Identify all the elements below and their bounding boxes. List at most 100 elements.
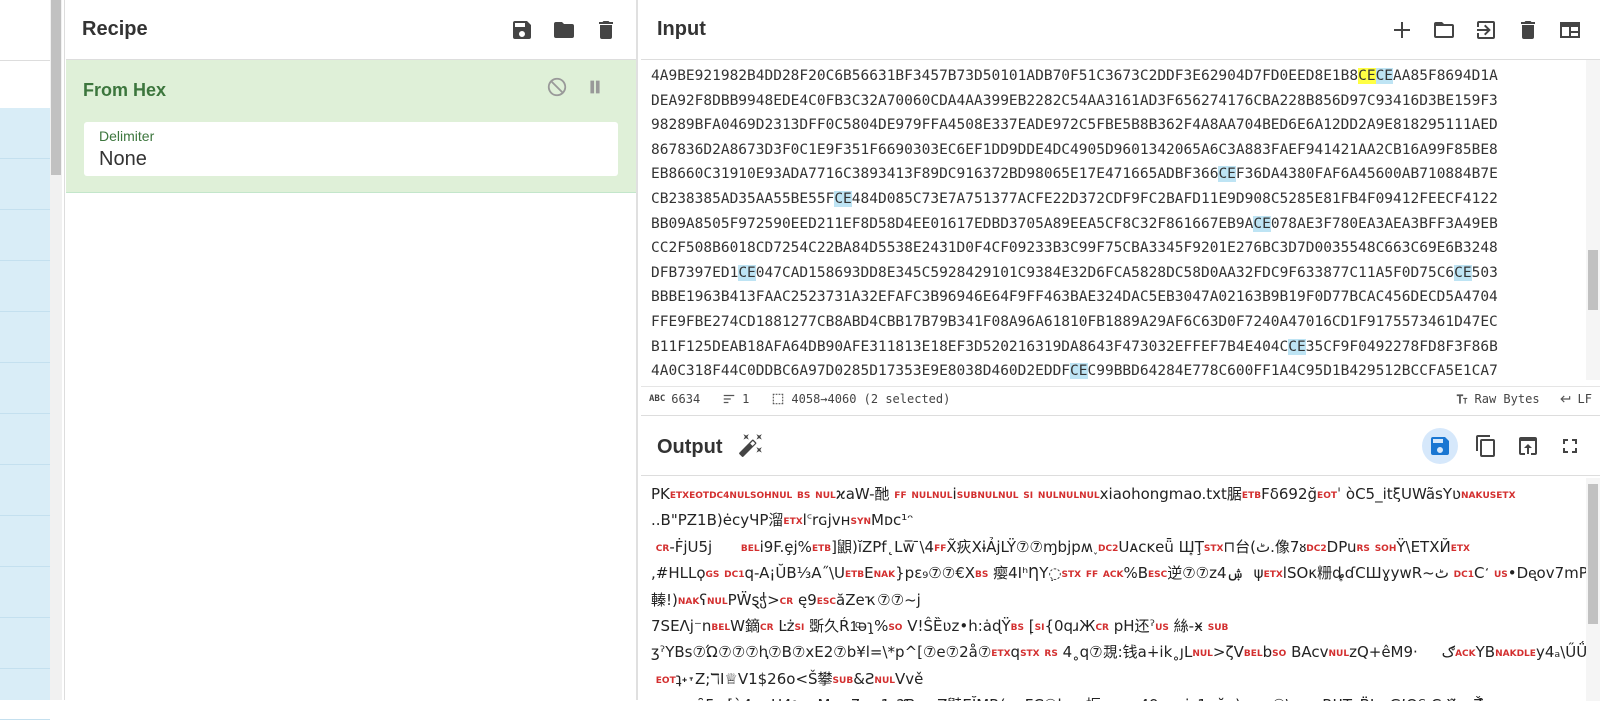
control-char: EOT: [655, 675, 676, 686]
control-char: NUL: [1037, 491, 1059, 501]
input-line: BB09A8505F972590EED211EF8D58D4EE01617EDB…: [651, 212, 1576, 237]
input-status-bar: ABC 6634 1 4058→4060 (2 selected) Raw By…: [641, 386, 1600, 410]
list-item[interactable]: [0, 312, 50, 363]
add-tab-button[interactable]: [1388, 16, 1416, 44]
list-item[interactable]: [0, 567, 50, 618]
scrollbar-thumb[interactable]: [1588, 250, 1598, 310]
control-char: CR: [760, 623, 774, 634]
recipe-header: Recipe: [66, 0, 636, 60]
input-text: 047CAD158693DD8E345C5928429101C9384E32D6…: [755, 264, 1455, 281]
scrollbar-thumb[interactable]: [1588, 484, 1598, 624]
save-output-button[interactable]: [1422, 427, 1458, 464]
control-char: NUL: [931, 491, 953, 501]
operation-title: From Hex: [83, 80, 167, 100]
output-text: -ḞjU5j: [669, 537, 741, 556]
highlighted-match: CE: [738, 264, 756, 281]
output-scrollbar[interactable]: [1586, 478, 1600, 701]
control-char: ETX: [991, 649, 1011, 660]
output-text: ;⑦\ ٮ>RЧT_B̈LмGʼƟ₠C.Xہۆ͂Ǯ҄: [1267, 696, 1483, 701]
output-text: 1ₒ?Ɓ: [881, 696, 916, 701]
operations-panel-edge: [0, 0, 65, 720]
input-scrollbar[interactable]: [1586, 60, 1600, 380]
open-folder-button[interactable]: [1430, 16, 1458, 44]
eol-button[interactable]: LF: [1558, 392, 1592, 406]
lines-icon: [723, 394, 735, 403]
control-char: NUL: [815, 491, 836, 501]
delimiter-label: Delimiter: [99, 128, 155, 144]
list-item[interactable]: [0, 414, 50, 465]
highlighted-match: CE: [1253, 215, 1271, 232]
highlighted-match: CE: [1454, 264, 1472, 281]
recipe-panel: Recipe From Hex Delimiter None: [66, 0, 638, 700]
input-line: 98289BFA0469D2313DFF0C5804DE979FFA4508E3…: [651, 113, 1576, 138]
output-textarea[interactable]: PKETXEOTDC4NULSOHNUL BS NULϰaW-酏 FF NULN…: [641, 478, 1586, 701]
reset-layout-button[interactable]: [1556, 16, 1584, 44]
input-text: 078AE3F780EA3AEA3BFF3A49EB: [1270, 215, 1498, 232]
list-item[interactable]: [0, 516, 50, 567]
input-line: 4A9BE921982B4DD28F20C6B56631BF3457B73D50…: [651, 64, 1576, 89]
list-item[interactable]: [0, 618, 50, 669]
control-char: SI: [1023, 491, 1034, 501]
input-line: CC2F508B6018CD7254C22BA84D5538E2431D0F4C…: [651, 236, 1576, 261]
operations-search-edge[interactable]: [0, 60, 50, 109]
save-recipe-button[interactable]: [508, 16, 536, 44]
control-char: DC4: [709, 491, 730, 501]
input-textarea[interactable]: 4A9BE921982B4DD28F20C6B56631BF3457B73D50…: [641, 60, 1586, 380]
operations-scrollbar[interactable]: [50, 0, 62, 700]
list-item[interactable]: [0, 465, 50, 516]
selected-text: CE: [1358, 68, 1376, 84]
clear-input-button[interactable]: [1514, 16, 1542, 44]
encoding-button[interactable]: Raw Bytes: [1455, 392, 1540, 406]
control-char: ETB: [811, 543, 832, 554]
input-line: B11F125DEAB18AFA64DB90AFE311813E18EF3D52…: [651, 335, 1576, 360]
control-char: SI: [1034, 623, 1045, 634]
selection-value: 4058→4060 (2 selected): [791, 391, 951, 406]
output-toolbar: [1422, 427, 1584, 464]
control-char: US: [1155, 623, 1169, 634]
list-item[interactable]: [0, 159, 50, 210]
output-text: Z鼭EĬMR(: [937, 696, 1005, 701]
output-text: DPu: [1326, 537, 1357, 556]
replace-input-button[interactable]: [1514, 432, 1542, 460]
clear-recipe-button[interactable]: [592, 16, 620, 44]
delimiter-value[interactable]: None: [99, 148, 147, 171]
input-header: Input: [641, 0, 1600, 60]
control-char: NUL: [977, 491, 998, 501]
pause-icon[interactable]: [584, 76, 606, 98]
list-item[interactable]: [0, 210, 50, 261]
input-line: EB8660C31910E93ADA7716C3893413F89DC91637…: [651, 162, 1576, 187]
load-recipe-button[interactable]: [550, 16, 578, 44]
operation-from-hex[interactable]: From Hex Delimiter None: [66, 60, 636, 193]
input-text: 35CF9F0492278FD8F3F86B: [1305, 338, 1498, 355]
disable-icon[interactable]: [546, 76, 568, 98]
copy-output-button[interactable]: [1472, 432, 1500, 460]
open-file-button[interactable]: [1472, 16, 1500, 44]
operations-list-edge[interactable]: [0, 108, 50, 720]
maximise-output-button[interactable]: [1556, 432, 1584, 460]
input-text: CB238385AD35AA55BE55F: [651, 190, 835, 207]
control-char: NUL: [874, 675, 895, 686]
status-right: Raw Bytes LF: [1455, 392, 1592, 406]
input-text: 503: [1471, 264, 1498, 281]
input-pane: Input 4A9BE921982B4DD28F20C6B56631BF3457…: [641, 0, 1600, 410]
list-item[interactable]: [0, 108, 50, 159]
magic-wand-icon[interactable]: [738, 432, 764, 458]
output-text: l꜂rɢjvʜ: [802, 511, 851, 530]
highlighted-match: CE: [1375, 68, 1394, 84]
control-char: STX: [1020, 649, 1040, 660]
control-char: DC2: [1098, 543, 1119, 554]
output-text: 7SEɅj⁻n: [651, 617, 712, 636]
folder-icon: [1434, 21, 1454, 38]
control-char: ESC: [816, 596, 836, 607]
list-item[interactable]: [0, 363, 50, 414]
control-char: NUL: [729, 491, 750, 501]
list-item[interactable]: [0, 669, 50, 720]
list-item[interactable]: [0, 261, 50, 312]
length-value: 6634: [671, 391, 701, 406]
control-char: NUL: [707, 596, 728, 607]
output-text: E: [864, 564, 874, 583]
scrollbar-thumb[interactable]: [51, 0, 61, 175]
control-char: ETB: [1241, 491, 1262, 501]
delimiter-field[interactable]: Delimiter None: [84, 122, 618, 176]
control-char: NAK: [1495, 649, 1517, 660]
